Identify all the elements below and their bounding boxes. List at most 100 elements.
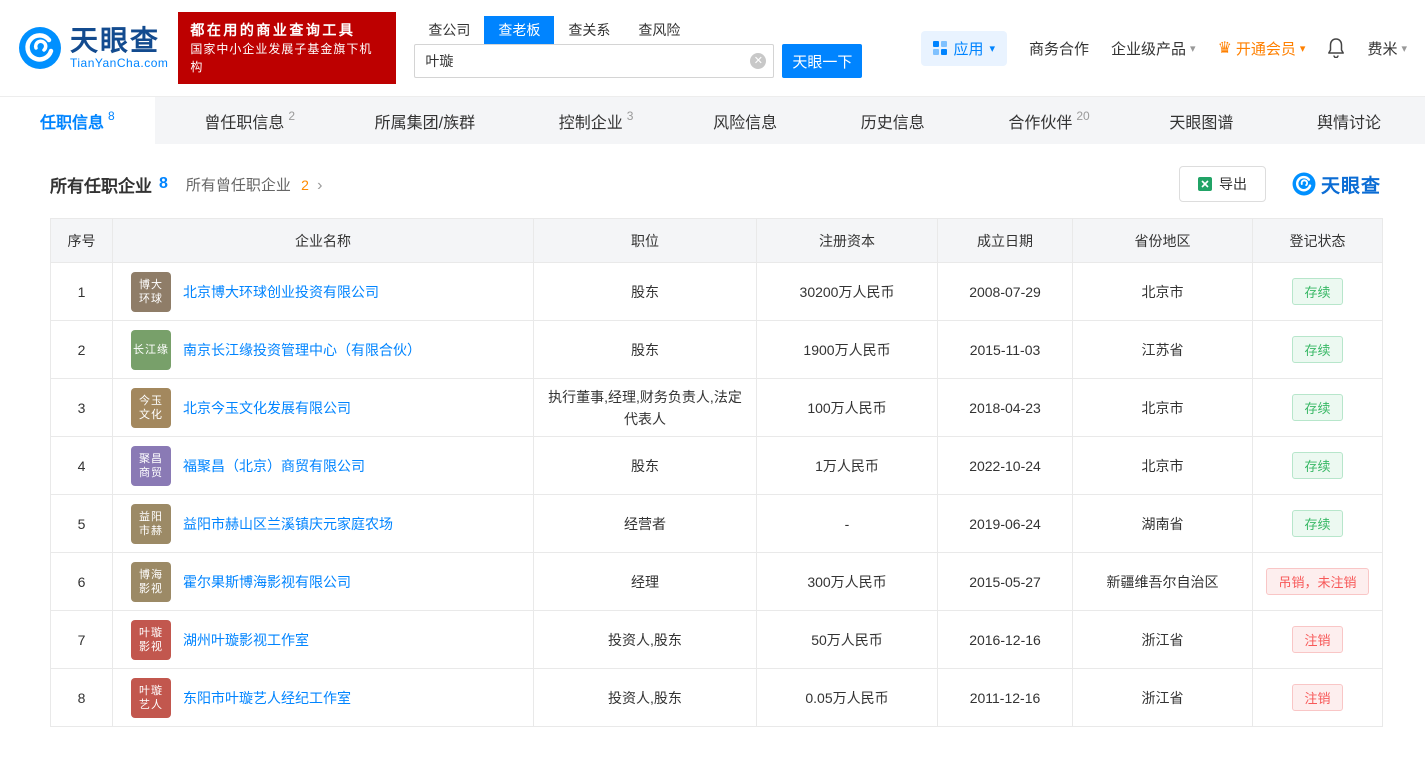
username: 费米 — [1367, 40, 1398, 58]
capital-cell: 100万人民币 — [756, 378, 938, 437]
status-badge: 吊销，未注销 — [1266, 568, 1369, 595]
search-tab-company[interactable]: 查公司 — [414, 16, 484, 44]
main-content: 所有任职企业 8 所有曾任职企业 2 › 导出 天眼查 序号 企业名称 职位 注… — [0, 144, 1425, 727]
company-name-link[interactable]: 湖州叶璇影视工作室 — [183, 630, 309, 650]
tab-risk-info[interactable]: 风险信息 — [683, 97, 811, 144]
position-cell: 投资人,股东 — [533, 668, 757, 727]
apps-button[interactable]: 应用 ▾ — [921, 30, 1007, 66]
status-badge: 注销 — [1292, 626, 1343, 653]
page: 天眼查 TianYanCha.com 都在用的商业查询工具 国家中小企业发展子基… — [0, 0, 1425, 766]
row-number: 4 — [50, 436, 113, 495]
header-nav: 应用 ▾ 商务合作 企业级产品 ▾ ♛ 开通会员 ▾ 费米 ▾ — [921, 30, 1407, 66]
enterprise-products-link[interactable]: 企业级产品 ▾ — [1111, 38, 1196, 59]
date-cell: 2022-10-24 — [937, 436, 1073, 495]
region-cell: 江苏省 — [1072, 320, 1253, 379]
tab-former-positions[interactable]: 曾任职信息 2 — [174, 97, 325, 144]
chevron-down-icon: ▾ — [1401, 42, 1407, 55]
capital-cell: 1900万人民币 — [756, 320, 938, 379]
region-cell: 湖南省 — [1072, 494, 1253, 553]
company-logo: 叶璇 影视 — [131, 619, 171, 660]
capital-cell: 0.05万人民币 — [756, 668, 938, 727]
search-input[interactable] — [414, 44, 775, 78]
table-row: 5 益阳 市赫 益阳市赫山区兰溪镇庆元家庭农场 经营者 - 2019-06-24 … — [50, 494, 1383, 553]
region-cell: 浙江省 — [1072, 668, 1253, 727]
row-number: 7 — [50, 610, 113, 669]
region-cell: 新疆维吾尔自治区 — [1072, 552, 1253, 611]
row-number: 6 — [50, 552, 113, 611]
date-cell: 2018-04-23 — [937, 378, 1073, 437]
table-row: 2 长江缘 南京长江缘投资管理中心（有限合伙） 股东 1900万人民币 2015… — [50, 320, 1383, 379]
date-cell: 2015-05-27 — [937, 552, 1073, 611]
chevron-down-icon: ▾ — [1190, 42, 1196, 55]
table-header-row: 序号 企业名称 职位 注册资本 成立日期 省份地区 登记状态 — [50, 218, 1383, 263]
company-logo: 今玉 文化 — [131, 387, 171, 428]
company-logo: 聚昌 商贸 — [131, 445, 171, 486]
tianyancha-watermark-icon — [1292, 172, 1316, 196]
apps-label: 应用 — [953, 40, 984, 58]
col-header-company: 企业名称 — [112, 218, 534, 263]
row-number: 3 — [50, 378, 113, 437]
company-name-link[interactable]: 东阳市叶璇艺人经纪工作室 — [183, 688, 351, 708]
business-cooperation-link[interactable]: 商务合作 — [1029, 38, 1089, 59]
company-logo: 益阳 市赫 — [131, 503, 171, 544]
table-row: 6 博海 影视 霍尔果斯博海影视有限公司 经理 300万人民币 2015-05-2… — [50, 552, 1383, 611]
tab-partners[interactable]: 合作伙伴 20 — [978, 97, 1119, 144]
company-logo: 博大 环球 — [131, 271, 171, 312]
tab-public-opinion[interactable]: 舆情讨论 — [1287, 97, 1415, 144]
section-title: 所有任职企业 — [50, 176, 152, 196]
company-name-link[interactable]: 北京今玉文化发展有限公司 — [183, 398, 351, 418]
search-tab-relation[interactable]: 查关系 — [554, 16, 624, 44]
col-header-region: 省份地区 — [1072, 218, 1253, 263]
position-cell: 股东 — [533, 320, 757, 379]
logo-domain: TianYanCha.com — [70, 56, 169, 70]
position-cell: 股东 — [533, 436, 757, 495]
status-badge: 存续 — [1292, 452, 1343, 479]
capital-cell: 50万人民币 — [756, 610, 938, 669]
watermark-logo: 天眼查 — [1292, 171, 1381, 198]
tab-controlled-companies[interactable]: 控制企业 3 — [529, 97, 664, 144]
chevron-down-icon: ▾ — [989, 42, 995, 55]
company-logo: 长江缘 — [131, 329, 171, 370]
chevron-down-icon: ▾ — [1299, 42, 1306, 55]
tab-graph[interactable]: 天眼图谱 — [1139, 97, 1267, 144]
date-cell: 2011-12-16 — [937, 668, 1073, 727]
company-name-link[interactable]: 霍尔果斯博海影视有限公司 — [183, 572, 351, 592]
search-button[interactable]: 天眼一下 — [782, 44, 863, 78]
table-row: 8 叶璇 艺人 东阳市叶璇艺人经纪工作室 投资人,股东 0.05万人民币 2011… — [50, 668, 1383, 727]
status-badge: 注销 — [1292, 684, 1343, 711]
section-title-count: 8 — [159, 175, 168, 192]
header: 天眼查 TianYanCha.com 都在用的商业查询工具 国家中小企业发展子基… — [0, 0, 1425, 96]
company-name-link[interactable]: 益阳市赫山区兰溪镇庆元家庭农场 — [183, 514, 393, 534]
company-name-link[interactable]: 北京博大环球创业投资有限公司 — [183, 282, 379, 302]
tab-position-info[interactable]: 任职信息 8 — [0, 97, 155, 144]
search-tab-boss[interactable]: 查老板 — [484, 16, 555, 44]
region-cell: 北京市 — [1072, 378, 1253, 437]
row-number: 2 — [50, 320, 113, 379]
tab-group-family[interactable]: 所属集团/族群 — [345, 97, 509, 144]
slogan-line1: 都在用的商业查询工具 — [190, 22, 356, 38]
status-badge: 存续 — [1292, 394, 1343, 421]
tianyancha-logo[interactable]: 天眼查 TianYanCha.com — [18, 26, 168, 70]
company-name-link[interactable]: 福聚昌（北京）商贸有限公司 — [183, 456, 365, 476]
table-row: 3 今玉 文化 北京今玉文化发展有限公司 执行董事,经理,财务负责人,法定代表人 … — [50, 378, 1383, 437]
notification-bell-icon[interactable] — [1327, 38, 1345, 58]
row-number: 5 — [50, 494, 113, 553]
capital-cell: 1万人民币 — [756, 436, 938, 495]
tab-history-info[interactable]: 历史信息 — [831, 97, 959, 144]
date-cell: 2019-06-24 — [937, 494, 1073, 553]
open-vip-link[interactable]: ♛ 开通会员 ▾ — [1218, 38, 1306, 59]
tianyancha-logo-icon — [18, 26, 62, 70]
user-menu[interactable]: 费米 ▾ — [1367, 38, 1407, 59]
watermark-text: 天眼查 — [1320, 175, 1381, 197]
date-cell: 2016-12-16 — [937, 610, 1073, 669]
crown-icon: ♛ — [1217, 40, 1232, 57]
company-name-link[interactable]: 南京长江缘投资管理中心（有限合伙） — [183, 340, 421, 360]
table-row: 1 博大 环球 北京博大环球创业投资有限公司 股东 30200万人民币 2008-… — [50, 262, 1383, 321]
position-cell: 执行董事,经理,财务负责人,法定代表人 — [533, 378, 757, 437]
former-companies-link[interactable]: 所有曾任职企业 2 › — [186, 174, 322, 195]
search-tab-risk[interactable]: 查风险 — [624, 16, 694, 44]
positions-table: 序号 企业名称 职位 注册资本 成立日期 省份地区 登记状态 1 博大 环球 北… — [50, 218, 1383, 727]
export-button[interactable]: 导出 — [1178, 166, 1266, 202]
region-cell: 北京市 — [1072, 436, 1253, 495]
slogan-line2: 国家中小企业发展子基金旗下机构 — [190, 42, 373, 74]
